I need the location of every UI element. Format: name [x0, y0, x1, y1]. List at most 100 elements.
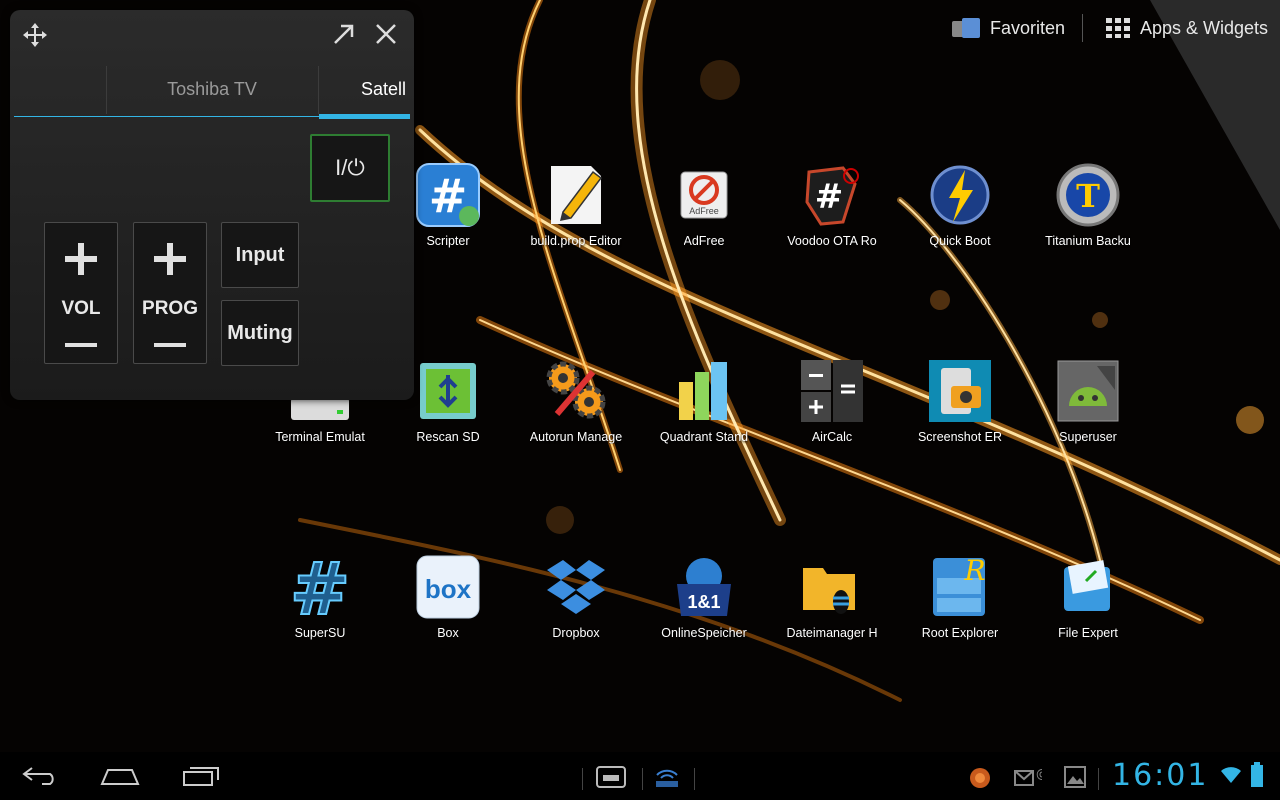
supersu-icon: #	[285, 552, 355, 622]
svg-text:R: R	[963, 554, 985, 587]
app-label: OnlineSpeicher	[661, 626, 747, 640]
app-label: Superuser	[1059, 430, 1117, 444]
app-autorun-manager[interactable]: Autorun Manage	[512, 356, 640, 444]
app-build-prop-editor[interactable]: build.prop Editor	[512, 160, 640, 248]
power-label: I/⏻	[335, 155, 365, 180]
quadrant-standard-icon	[669, 356, 739, 426]
favorites-label: Favoriten	[990, 17, 1066, 38]
app-label: Autorun Manage	[529, 430, 623, 444]
app-label: Root Explorer	[921, 626, 999, 640]
app-label: SuperSU	[294, 626, 346, 640]
app-label: Quick Boot	[929, 234, 991, 248]
bar-divider	[1098, 768, 1099, 790]
dateimanager-icon	[797, 552, 867, 622]
app-aircalc[interactable]: AirCalc	[768, 356, 896, 444]
power-button[interactable]: I/⏻	[310, 134, 390, 202]
apps-widgets-button[interactable]: Apps & Widgets	[1106, 14, 1268, 42]
input-button[interactable]: Input	[221, 222, 299, 288]
volume-down-icon[interactable]	[65, 343, 97, 349]
battery-icon	[1250, 762, 1264, 793]
app-label: Dropbox	[552, 626, 600, 640]
topbar-divider	[1082, 14, 1083, 42]
device-tabs: Toshiba TV Satell	[14, 62, 410, 120]
quick-boot-icon	[925, 160, 995, 230]
tab-toshiba-tv[interactable]: Toshiba TV	[107, 62, 317, 116]
tab-satellite[interactable]: Satell	[319, 62, 410, 116]
onlinespeicher-icon: 1&1	[669, 552, 739, 622]
aircalc-icon	[797, 356, 867, 426]
svg-text:@: @	[1036, 767, 1042, 781]
superuser-icon	[1053, 356, 1123, 426]
move-handle-icon[interactable]	[22, 22, 48, 48]
grid-icon	[1106, 18, 1130, 38]
file-expert-icon	[1053, 552, 1123, 622]
voodoo-ota-icon: #	[797, 160, 867, 230]
volume-rocker[interactable]: VOL	[44, 222, 118, 364]
svg-text:#: #	[815, 177, 844, 217]
muting-button[interactable]: Muting	[221, 300, 299, 366]
app-titanium-backup[interactable]: T Titanium Backu	[1024, 160, 1152, 248]
app-label: Quadrant Stand	[659, 430, 749, 444]
svg-text:1&1: 1&1	[687, 592, 720, 612]
favorites-button[interactable]: Favoriten	[952, 14, 1065, 42]
tab-selected-indicator	[319, 114, 410, 119]
remote-app-icon[interactable]	[654, 766, 680, 793]
recent-apps-icon[interactable]	[182, 766, 220, 791]
app-quadrant-standard[interactable]: Quadrant Stand	[640, 356, 768, 444]
image-notification-icon[interactable]	[1064, 766, 1086, 793]
svg-text:AdFree: AdFree	[689, 206, 719, 216]
app-root-explorer[interactable]: R Root Explorer	[896, 552, 1024, 640]
app-file-expert[interactable]: File Expert	[1024, 552, 1152, 640]
apps-widgets-label: Apps & Widgets	[1140, 17, 1269, 38]
rescan-sd-icon	[413, 356, 483, 426]
app-quick-boot[interactable]: Quick Boot	[896, 160, 1024, 248]
back-icon[interactable]	[22, 764, 58, 791]
dropbox-icon	[541, 552, 611, 622]
remote-control-panel[interactable]: Toshiba TV Satell I/⏻ VOL PROG Input Mut…	[10, 10, 414, 400]
clock[interactable]: 16:01	[1112, 758, 1208, 793]
svg-text:T: T	[1076, 177, 1100, 215]
tab-empty[interactable]	[14, 62, 104, 116]
app-label: Screenshot ER	[917, 430, 1003, 444]
app-label: build.prop Editor	[530, 234, 622, 248]
program-rocker[interactable]: PROG	[133, 222, 207, 364]
svg-text:#: #	[290, 554, 350, 620]
app-label: AirCalc	[811, 430, 853, 444]
program-up-icon[interactable]	[154, 243, 186, 275]
volume-up-icon[interactable]	[65, 243, 97, 275]
program-label: PROG	[142, 298, 198, 319]
autorun-manager-icon	[541, 356, 611, 426]
app-superuser[interactable]: Superuser	[1024, 356, 1152, 444]
bar-divider	[694, 768, 695, 790]
app-dateimanager[interactable]: Dateimanager H	[768, 552, 896, 640]
app-label: Box	[437, 626, 459, 640]
wifi-icon	[1220, 766, 1242, 789]
app-voodoo-ota[interactable]: # Voodoo OTA Ro	[768, 160, 896, 248]
svg-text:box: box	[425, 574, 472, 604]
app-label: Titanium Backu	[1045, 234, 1131, 248]
notification-app-icon[interactable]	[968, 766, 992, 795]
bar-divider	[642, 768, 643, 790]
app-dropbox[interactable]: Dropbox	[512, 552, 640, 640]
app-onlinespeicher[interactable]: 1&1 OnlineSpeicher	[640, 552, 768, 640]
program-down-icon[interactable]	[154, 343, 186, 349]
input-label: Input	[235, 243, 285, 266]
favorites-icon	[952, 18, 982, 38]
home-icon[interactable]	[100, 766, 140, 791]
app-label: Dateimanager H	[786, 626, 878, 640]
bar-divider	[582, 768, 583, 790]
app-box[interactable]: box Box	[384, 552, 512, 640]
app-adfree[interactable]: AdFree AdFree	[640, 160, 768, 248]
root-explorer-icon: R	[925, 552, 995, 622]
box-icon: box	[413, 552, 483, 622]
app-label: Rescan SD	[416, 430, 480, 444]
keyboard-icon[interactable]	[596, 766, 626, 793]
app-label: Scripter	[426, 234, 470, 248]
close-icon[interactable]	[374, 22, 398, 46]
app-screenshot-er[interactable]: Screenshot ER	[896, 356, 1024, 444]
volume-label: VOL	[61, 298, 101, 319]
app-label: Voodoo OTA Ro	[787, 234, 877, 248]
email-notification-icon[interactable]: @	[1014, 766, 1048, 793]
app-supersu[interactable]: # SuperSU	[256, 552, 384, 640]
expand-icon[interactable]	[332, 22, 356, 46]
